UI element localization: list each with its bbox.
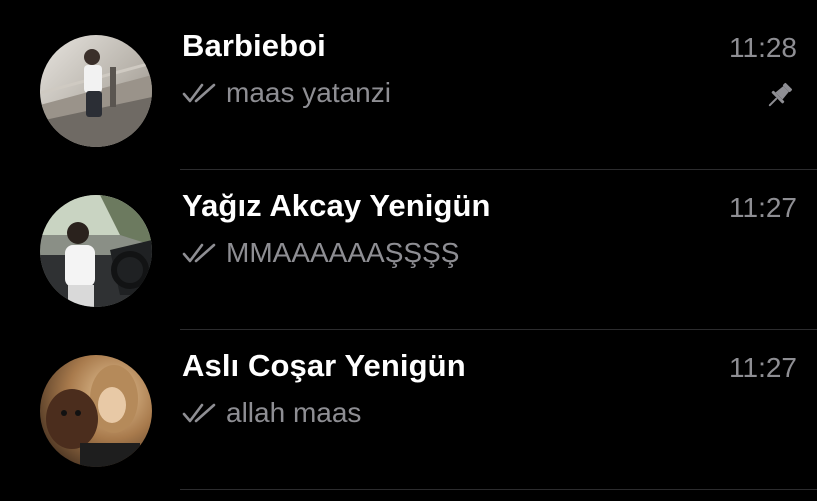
chat-list: Barbieboi 11:28 maas yatanzi Yağız Akcay… <box>0 0 817 501</box>
avatar[interactable] <box>40 195 152 307</box>
chat-preview: MMAAAAAAŞŞŞŞ <box>182 236 459 270</box>
chat-preview-text: MMAAAAAAŞŞŞŞ <box>226 237 460 268</box>
chat-time: 11:28 <box>729 32 797 63</box>
chat-time: 11:27 <box>729 352 797 383</box>
avatar-photo-icon <box>40 35 152 147</box>
avatar-photo-icon <box>40 355 152 467</box>
chat-row-yagiz-akcay-yenigun[interactable]: Yağız Akcay Yenigün 11:27 MMAAAAAAŞŞŞŞ <box>0 170 817 330</box>
chat-time: 11:27 <box>729 192 797 223</box>
avatar[interactable] <box>40 355 152 467</box>
double-check-icon <box>182 83 216 103</box>
avatar-photo-icon <box>40 195 152 307</box>
pin-icon <box>768 82 793 107</box>
avatar[interactable] <box>40 35 152 147</box>
double-check-icon <box>182 403 216 423</box>
chat-name: Aslı Coşar Yenigün <box>182 348 466 383</box>
chat-preview: allah maas <box>182 396 361 430</box>
double-check-icon <box>182 243 216 263</box>
chat-name: Barbieboi <box>182 28 326 63</box>
chat-row-barbieboi[interactable]: Barbieboi 11:28 maas yatanzi <box>0 10 817 170</box>
divider <box>180 489 817 490</box>
chat-name: Yağız Akcay Yenigün <box>182 188 491 223</box>
chat-preview-text: allah maas <box>226 397 362 428</box>
chat-row-asli-cosar-yenigun[interactable]: Aslı Coşar Yenigün 11:27 allah maas <box>0 330 817 490</box>
chat-preview-text: maas yatanzi <box>226 77 391 108</box>
chat-preview: maas yatanzi <box>182 76 391 110</box>
